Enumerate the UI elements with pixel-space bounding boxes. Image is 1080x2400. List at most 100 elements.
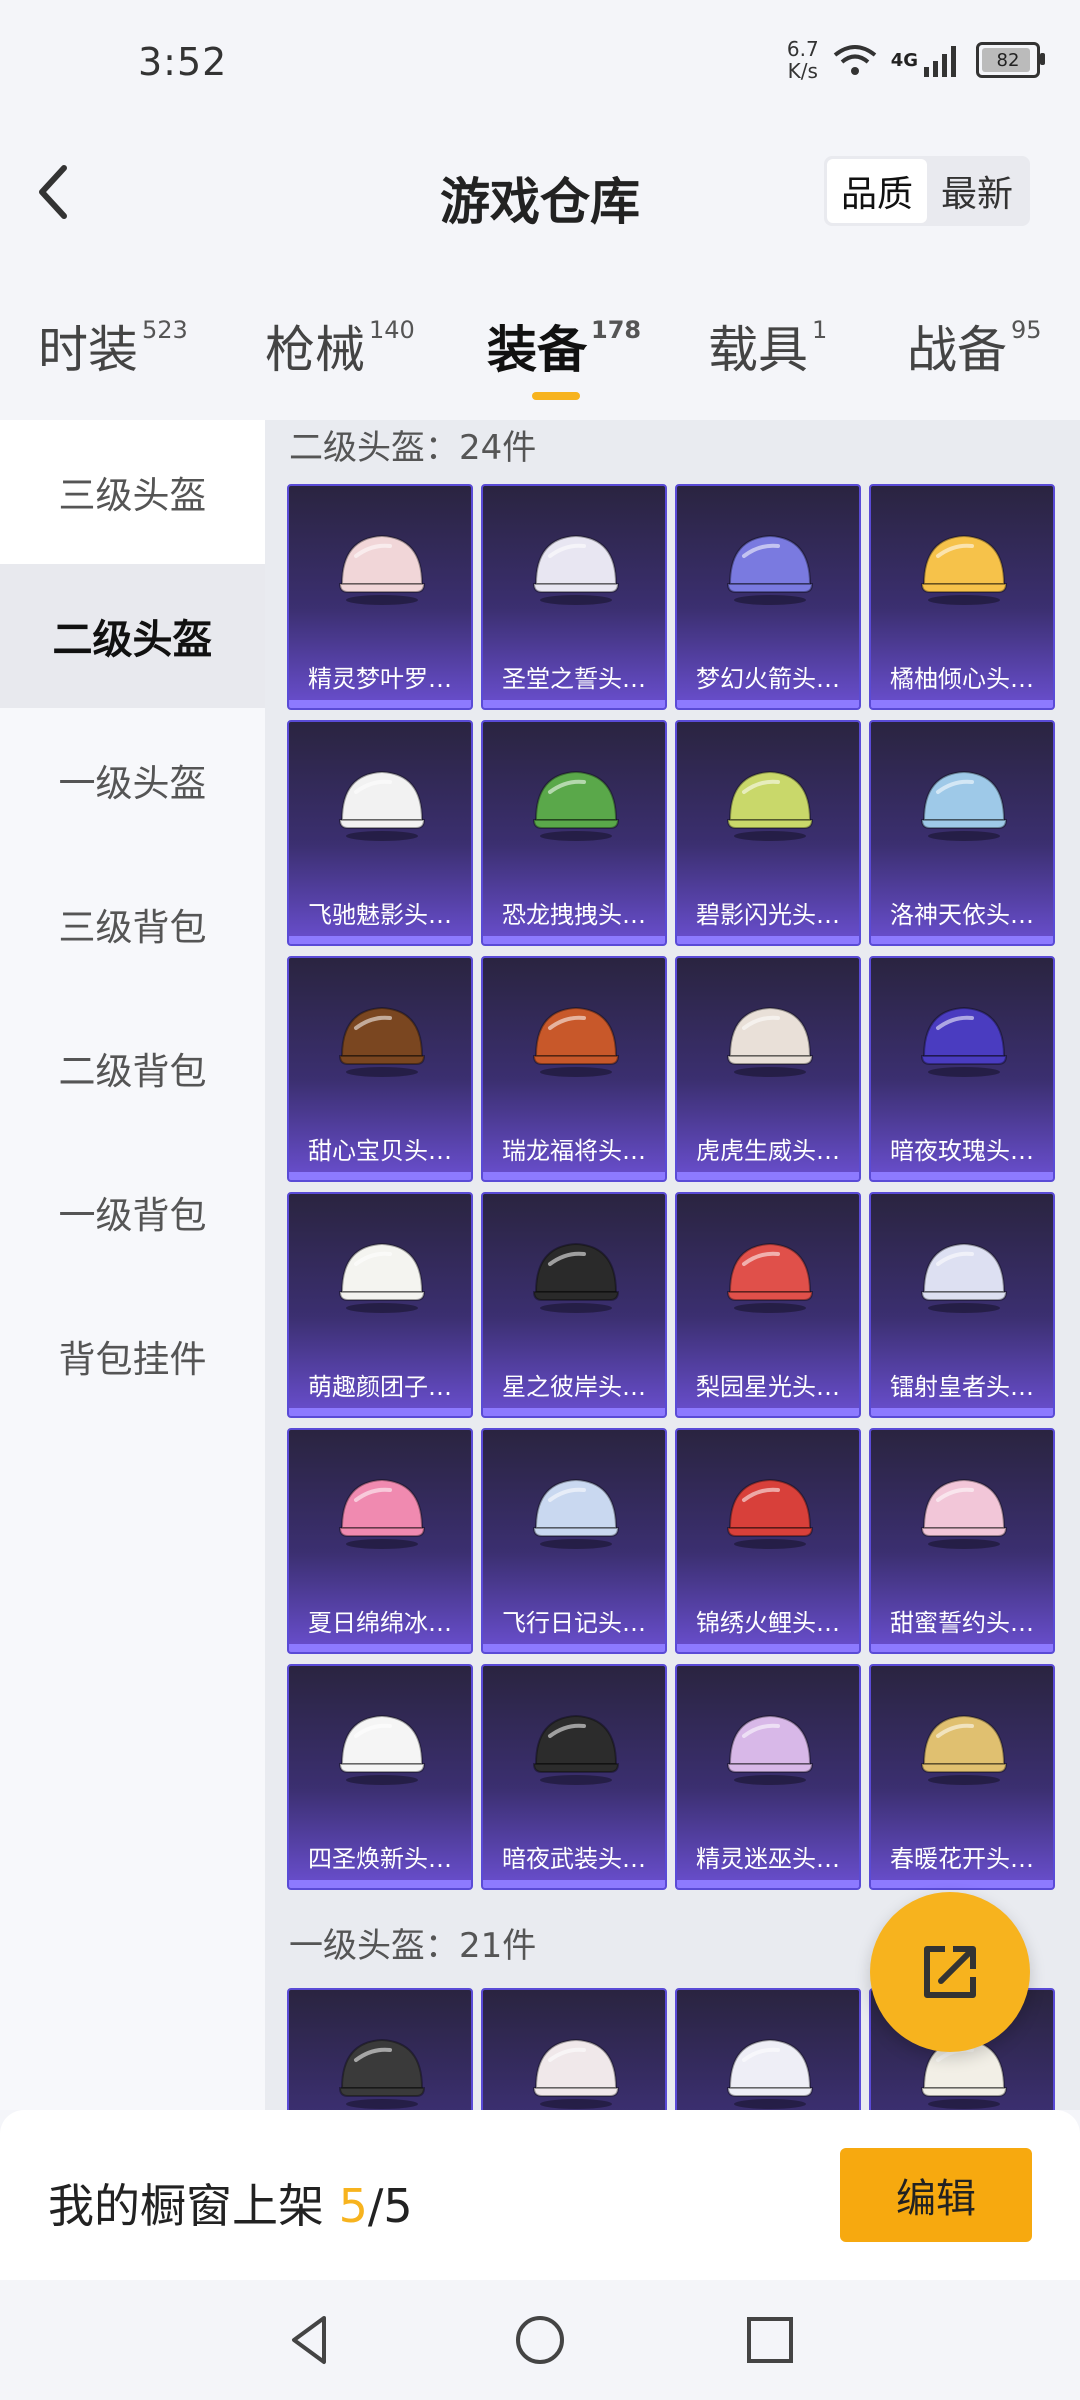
helmet-icon <box>338 1478 426 1549</box>
helmet-icon <box>726 534 814 605</box>
item-name: 碧影闪光头… <box>696 901 840 929</box>
item-list[interactable]: 二级头盔：24件 精灵梦叶罗… 圣堂之誓头… 梦幻火箭头… 橘柚倾心头… 飞驰魅影头… 恐… <box>265 420 1080 2110</box>
helmet-icon <box>532 2038 620 2109</box>
item-name: 梨园星光头… <box>696 1373 840 1401</box>
sidebar-item-level2-backpack[interactable]: 二级背包 <box>0 996 265 1140</box>
tab-guns[interactable]: 枪械 140 <box>265 310 415 382</box>
item-name: 飞驰魅影头… <box>308 901 452 929</box>
item-card[interactable] <box>481 1988 667 2110</box>
item-card[interactable]: 梨园星光头… <box>675 1192 861 1418</box>
item-card[interactable]: 暗夜玫瑰头… <box>869 956 1055 1182</box>
sidebar-item-level1-backpack[interactable]: 一级背包 <box>0 1140 265 1284</box>
item-card[interactable]: 橘柚倾心头… <box>869 484 1055 710</box>
item-card[interactable]: 星之彼岸头… <box>481 1192 667 1418</box>
helmet-icon <box>338 1006 426 1077</box>
nav-recents-icon[interactable] <box>740 2310 800 2370</box>
tab-label: 装备 <box>487 321 587 379</box>
helmet-icon <box>532 1242 620 1313</box>
item-card[interactable]: 圣堂之誓头… <box>481 484 667 710</box>
tab-count: 140 <box>369 316 415 344</box>
network-type: 4G <box>890 49 918 71</box>
item-card[interactable]: 虎虎生威头… <box>675 956 861 1182</box>
item-name: 橘柚倾心头… <box>890 665 1034 693</box>
item-card[interactable]: 甜心宝贝头… <box>287 956 473 1182</box>
item-card[interactable]: 萌趣颜团子… <box>287 1192 473 1418</box>
item-card[interactable]: 镭射皇者头… <box>869 1192 1055 1418</box>
helmet-icon <box>532 1478 620 1549</box>
item-name: 瑞龙福将头… <box>502 1137 646 1165</box>
item-card[interactable]: 锦绣火鲤头… <box>675 1428 861 1654</box>
sort-quality-button[interactable]: 品质 <box>827 159 927 223</box>
showcase-bar: 我的橱窗上架 5/5 编辑 <box>0 2110 1080 2280</box>
item-card[interactable]: 春暖花开头… <box>869 1664 1055 1890</box>
tab-count: 523 <box>142 316 188 344</box>
helmet-icon <box>338 2038 426 2109</box>
sort-newest-button[interactable]: 最新 <box>927 159 1027 223</box>
item-name: 恐龙拽拽头… <box>502 901 646 929</box>
helmet-icon <box>920 1006 1008 1077</box>
item-card[interactable] <box>287 1988 473 2110</box>
tab-fashion[interactable]: 时装 523 <box>38 310 188 382</box>
item-card[interactable]: 精灵梦叶罗… <box>287 484 473 710</box>
nav-home-icon[interactable] <box>510 2310 570 2370</box>
helmet-icon <box>920 534 1008 605</box>
tab-supplies[interactable]: 战备 95 <box>907 310 1042 382</box>
item-card[interactable]: 精灵迷巫头… <box>675 1664 861 1890</box>
sidebar: 三级头盔 二级头盔 一级头盔 三级背包 二级背包 一级背包 背包挂件 <box>0 420 265 2110</box>
section-title: 二级头盔：24件 <box>289 428 537 468</box>
sidebar-item-level3-helmet[interactable]: 三级头盔 <box>0 420 265 564</box>
helmet-icon <box>338 770 426 841</box>
nav-back-icon[interactable] <box>280 2310 340 2370</box>
item-card[interactable]: 甜蜜誓约头… <box>869 1428 1055 1654</box>
sidebar-item-backpack-pendant[interactable]: 背包挂件 <box>0 1284 265 1428</box>
item-card[interactable]: 梦幻火箭头… <box>675 484 861 710</box>
item-card[interactable]: 洛神天依头… <box>869 720 1055 946</box>
helmet-icon <box>532 1714 620 1785</box>
tab-label: 枪械 <box>265 321 365 379</box>
battery-icon: 82 <box>976 42 1045 78</box>
tab-equipment[interactable]: 装备 178 <box>487 310 641 400</box>
helmet-icon <box>726 1242 814 1313</box>
showcase-current: 5 <box>338 2179 368 2233</box>
helmet-icon <box>532 1006 620 1077</box>
item-name: 夏日绵绵冰… <box>308 1609 452 1637</box>
showcase-label: 我的橱窗上架 <box>48 2179 324 2233</box>
helmet-icon <box>726 1006 814 1077</box>
helmet-icon <box>726 2038 814 2109</box>
sidebar-item-level3-backpack[interactable]: 三级背包 <box>0 852 265 996</box>
item-card[interactable]: 瑞龙福将头… <box>481 956 667 1182</box>
signal-icon <box>924 46 956 77</box>
net-speed-value: 6.7 <box>786 37 819 61</box>
item-card[interactable]: 飞驰魅影头… <box>287 720 473 946</box>
tab-vehicles[interactable]: 载具 1 <box>708 310 827 382</box>
item-name: 精灵迷巫头… <box>696 1845 840 1873</box>
item-card[interactable]: 碧影闪光头… <box>675 720 861 946</box>
item-name: 春暖花开头… <box>890 1845 1034 1873</box>
share-button[interactable] <box>870 1892 1030 2052</box>
item-name: 甜心宝贝头… <box>308 1137 452 1165</box>
item-card[interactable]: 夏日绵绵冰… <box>287 1428 473 1654</box>
tab-label: 战备 <box>907 321 1007 379</box>
helmet-icon <box>338 1242 426 1313</box>
helmet-icon <box>532 534 620 605</box>
edit-button[interactable]: 编辑 <box>840 2148 1032 2242</box>
battery-level: 82 <box>996 49 1020 71</box>
item-name: 洛神天依头… <box>890 901 1034 929</box>
tab-label: 载具 <box>708 321 808 379</box>
helmet-icon <box>338 534 426 605</box>
item-card[interactable]: 四圣焕新头… <box>287 1664 473 1890</box>
item-card[interactable] <box>675 1988 861 2110</box>
helmet-icon <box>920 1714 1008 1785</box>
item-card[interactable]: 飞行日记头… <box>481 1428 667 1654</box>
item-card[interactable]: 恐龙拽拽头… <box>481 720 667 946</box>
tab-count: 1 <box>812 316 828 344</box>
sidebar-item-level1-helmet[interactable]: 一级头盔 <box>0 708 265 852</box>
showcase-total: /5 <box>367 2179 413 2233</box>
sidebar-item-level2-helmet[interactable]: 二级头盔 <box>0 564 265 708</box>
tab-count: 95 <box>1011 316 1042 344</box>
item-name: 星之彼岸头… <box>502 1373 646 1401</box>
item-card[interactable]: 暗夜武装头… <box>481 1664 667 1890</box>
item-name: 暗夜玫瑰头… <box>890 1137 1034 1165</box>
item-name: 镭射皇者头… <box>890 1373 1034 1401</box>
helmet-icon <box>920 1242 1008 1313</box>
